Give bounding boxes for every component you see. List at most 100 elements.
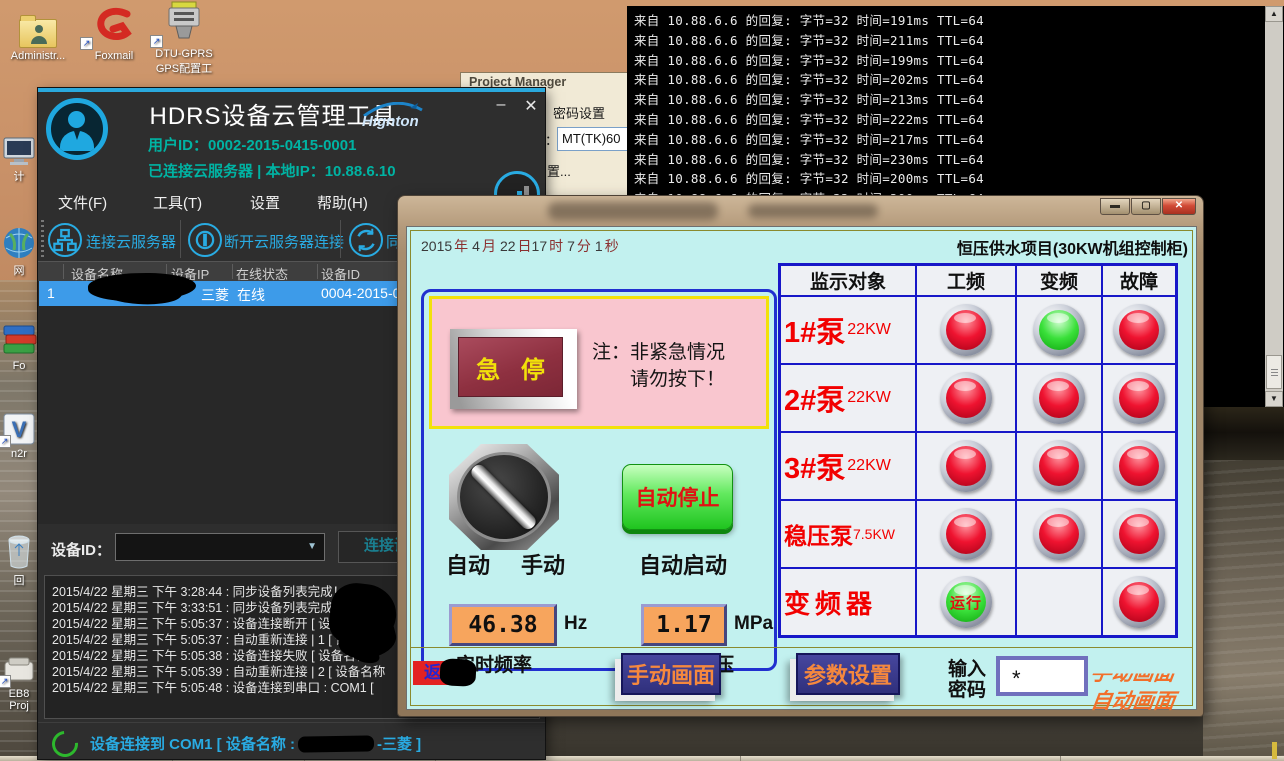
status-text-suffix: -三菱 ] [377,733,421,754]
desktop-icon-vmware[interactable]: V↗ n2r [0,408,38,460]
auto-manual-knob[interactable] [449,444,559,550]
scrollbar-thumb[interactable] [1266,355,1282,389]
toolbar-separator [180,220,181,258]
desktop-icon-dtu-gprs[interactable]: ↗ DTU-GPRS GPS配置工 [152,2,216,76]
monitor-header-grid: 工频 [917,266,1015,295]
status-lamp [1033,304,1085,356]
desktop-icon-foxmail[interactable]: ↗ Foxmail [82,4,146,62]
frequency-unit: Hz [564,613,587,635]
menu-file[interactable]: 文件(F) [58,192,107,213]
status-lamp [1033,440,1085,492]
terminal-scrollbar[interactable]: ▲ ▼ [1265,6,1283,407]
desktop-icon-label: DTU-GPRS [152,48,216,60]
estop-note-line1: 注：非紧急情况 [592,339,725,366]
datetime-display: 2015年4月22日17时7分1秒 [421,236,623,256]
monitor-table: 监示对象 工频 变频 故障 1#泵22KW 2#泵22KW 3#泵22KW 稳压… [778,263,1178,638]
project-manager-title: Project Manager [469,75,566,89]
device-name-visible: 三菱 [201,285,229,305]
status-bar: 设备连接到 COM1 [ 设备名称 : -三菱 ] [38,722,545,760]
disconnect-cloud-button[interactable]: 断开云服务器连接 [224,231,344,252]
parameter-settings-button[interactable]: 参数设置 [796,653,900,695]
pump-power: 22KW [847,389,891,407]
computer-icon [2,136,36,166]
menu-settings[interactable]: 设置 [250,192,280,213]
toolbar-separator [340,220,341,258]
lamp-cell [917,365,1015,431]
knob-label-auto: 自动 [446,548,490,580]
status-lamp [1113,576,1165,628]
close-button[interactable]: ✕ [520,96,542,116]
user-icon [29,23,49,45]
desktop-icon-project-device[interactable]: ↗ EB8 Proj [0,648,38,712]
user-id-text: 用户ID：0002-2015-0415-0001 [148,134,356,155]
screen: Administr... ↗ Foxmail ↗ DTU-GPRS GPS配置工… [0,0,1284,761]
maximize-button[interactable]: ▢ [1131,198,1161,215]
dt-minute-unit: 分 [577,238,591,254]
estop-note: 注：非紧急情况 请勿按下！ [592,339,725,393]
lamp-cell-empty [1017,569,1101,635]
logo-text: Hignton [362,113,419,130]
desktop-icon-label: Administr... [6,50,70,62]
status-lamp [1113,372,1165,424]
lamp-cell: 运行 [917,569,1015,635]
auto-stop-button[interactable]: 自动停止 [622,464,733,530]
desktop-icon-books[interactable]: Fo [0,320,38,372]
device-status: 在线 [237,285,265,305]
pump-row-label: 稳压泵7.5KW [781,501,915,567]
status-text: 设备连接到 COM1 [ 设备名称 : [90,733,295,754]
password-label-line1: 输入 [948,659,986,680]
close-button[interactable]: ✕ [1162,198,1196,215]
desktop-icon-label: 回 [0,572,38,588]
password-input[interactable] [996,656,1088,696]
status-lamp [1033,372,1085,424]
desktop-icon-label2: Proj [0,700,38,712]
desktop-icon-network[interactable]: 网 [0,222,38,278]
desktop-icon-label: Fo [0,360,38,372]
books-icon [1,322,37,358]
desktop-icon-label2: GPS配置工 [152,60,216,76]
emergency-stop-button[interactable]: 急 停 [450,329,577,409]
scroll-up-icon[interactable]: ▲ [1265,6,1283,22]
connect-cloud-icon[interactable] [48,223,82,257]
desktop-icon-recycle-bin[interactable]: 回 [0,532,38,588]
lamp-cell [1103,569,1175,635]
dt-month: 4 [472,238,480,254]
frequency-display: 46.38 [449,604,557,646]
desktop-icon-label: 计 [0,168,38,184]
device-id-combobox[interactable]: ▼ [115,533,325,561]
desktop-icon-label: n2r [0,448,38,460]
control-panel: 急 停 注：非紧急情况 请勿按下！ 自动 手动 自动停止 自动启动 46.38 … [421,289,777,671]
lamp-cell [917,501,1015,567]
hmi-window: ▬ ▢ ✕ 2015年4月22日17时7分1秒 恒压供水项目(30KW机组控制柜… [398,196,1203,716]
mt-field[interactable]: MT(TK)60 [557,127,637,151]
desktop-icon-computer[interactable]: 计 [0,128,38,184]
minimize-button[interactable]: – [490,96,512,116]
pump-row-label: 3#泵22KW [781,433,915,499]
shortcut-arrow-icon: ↗ [0,435,11,448]
status-lamp [940,508,992,560]
lamp-cell [1103,501,1175,567]
pump-power: 22KW [847,321,891,339]
auto-start-label: 自动启动 [639,548,727,580]
status-lamp [1113,508,1165,560]
desktop-icon-administrator[interactable]: Administr... [6,4,70,62]
terminal-line: 来自 10.88.6.6 的回复: 字节=32 时间=222ms TTL=64 [634,109,984,128]
menu-tools[interactable]: 工具(T) [153,192,202,213]
dt-day: 22 [500,238,516,254]
terminal-line: 来自 10.88.6.6 的回复: 字节=32 时间=230ms TTL=64 [634,149,984,168]
terminal-line: 来自 10.88.6.6 的回复: 字节=32 时间=191ms TTL=64 [634,10,984,29]
scroll-down-icon[interactable]: ▼ [1265,391,1283,407]
terminal-line: 来自 10.88.6.6 的回复: 字节=32 时间=213ms TTL=64 [634,89,984,108]
minimize-button[interactable]: ▬ [1100,198,1130,215]
connect-cloud-button[interactable]: 连接云服务器 [86,231,176,252]
menu-help[interactable]: 帮助(H) [317,192,368,213]
lamp-cell [917,297,1015,363]
toolbar-handle[interactable] [41,220,44,258]
monitor-header-fault: 故障 [1103,266,1175,295]
sync-icon[interactable] [349,223,383,257]
pressure-display: 1.17 [641,604,727,646]
password-entry-label: 输入 密码 [948,659,986,701]
manual-screen-button[interactable]: 手动画面 [621,653,721,695]
disconnect-cloud-icon[interactable] [188,223,222,257]
terminal-line: 来自 10.88.6.6 的回复: 字节=32 时间=200ms TTL=64 [634,168,984,187]
